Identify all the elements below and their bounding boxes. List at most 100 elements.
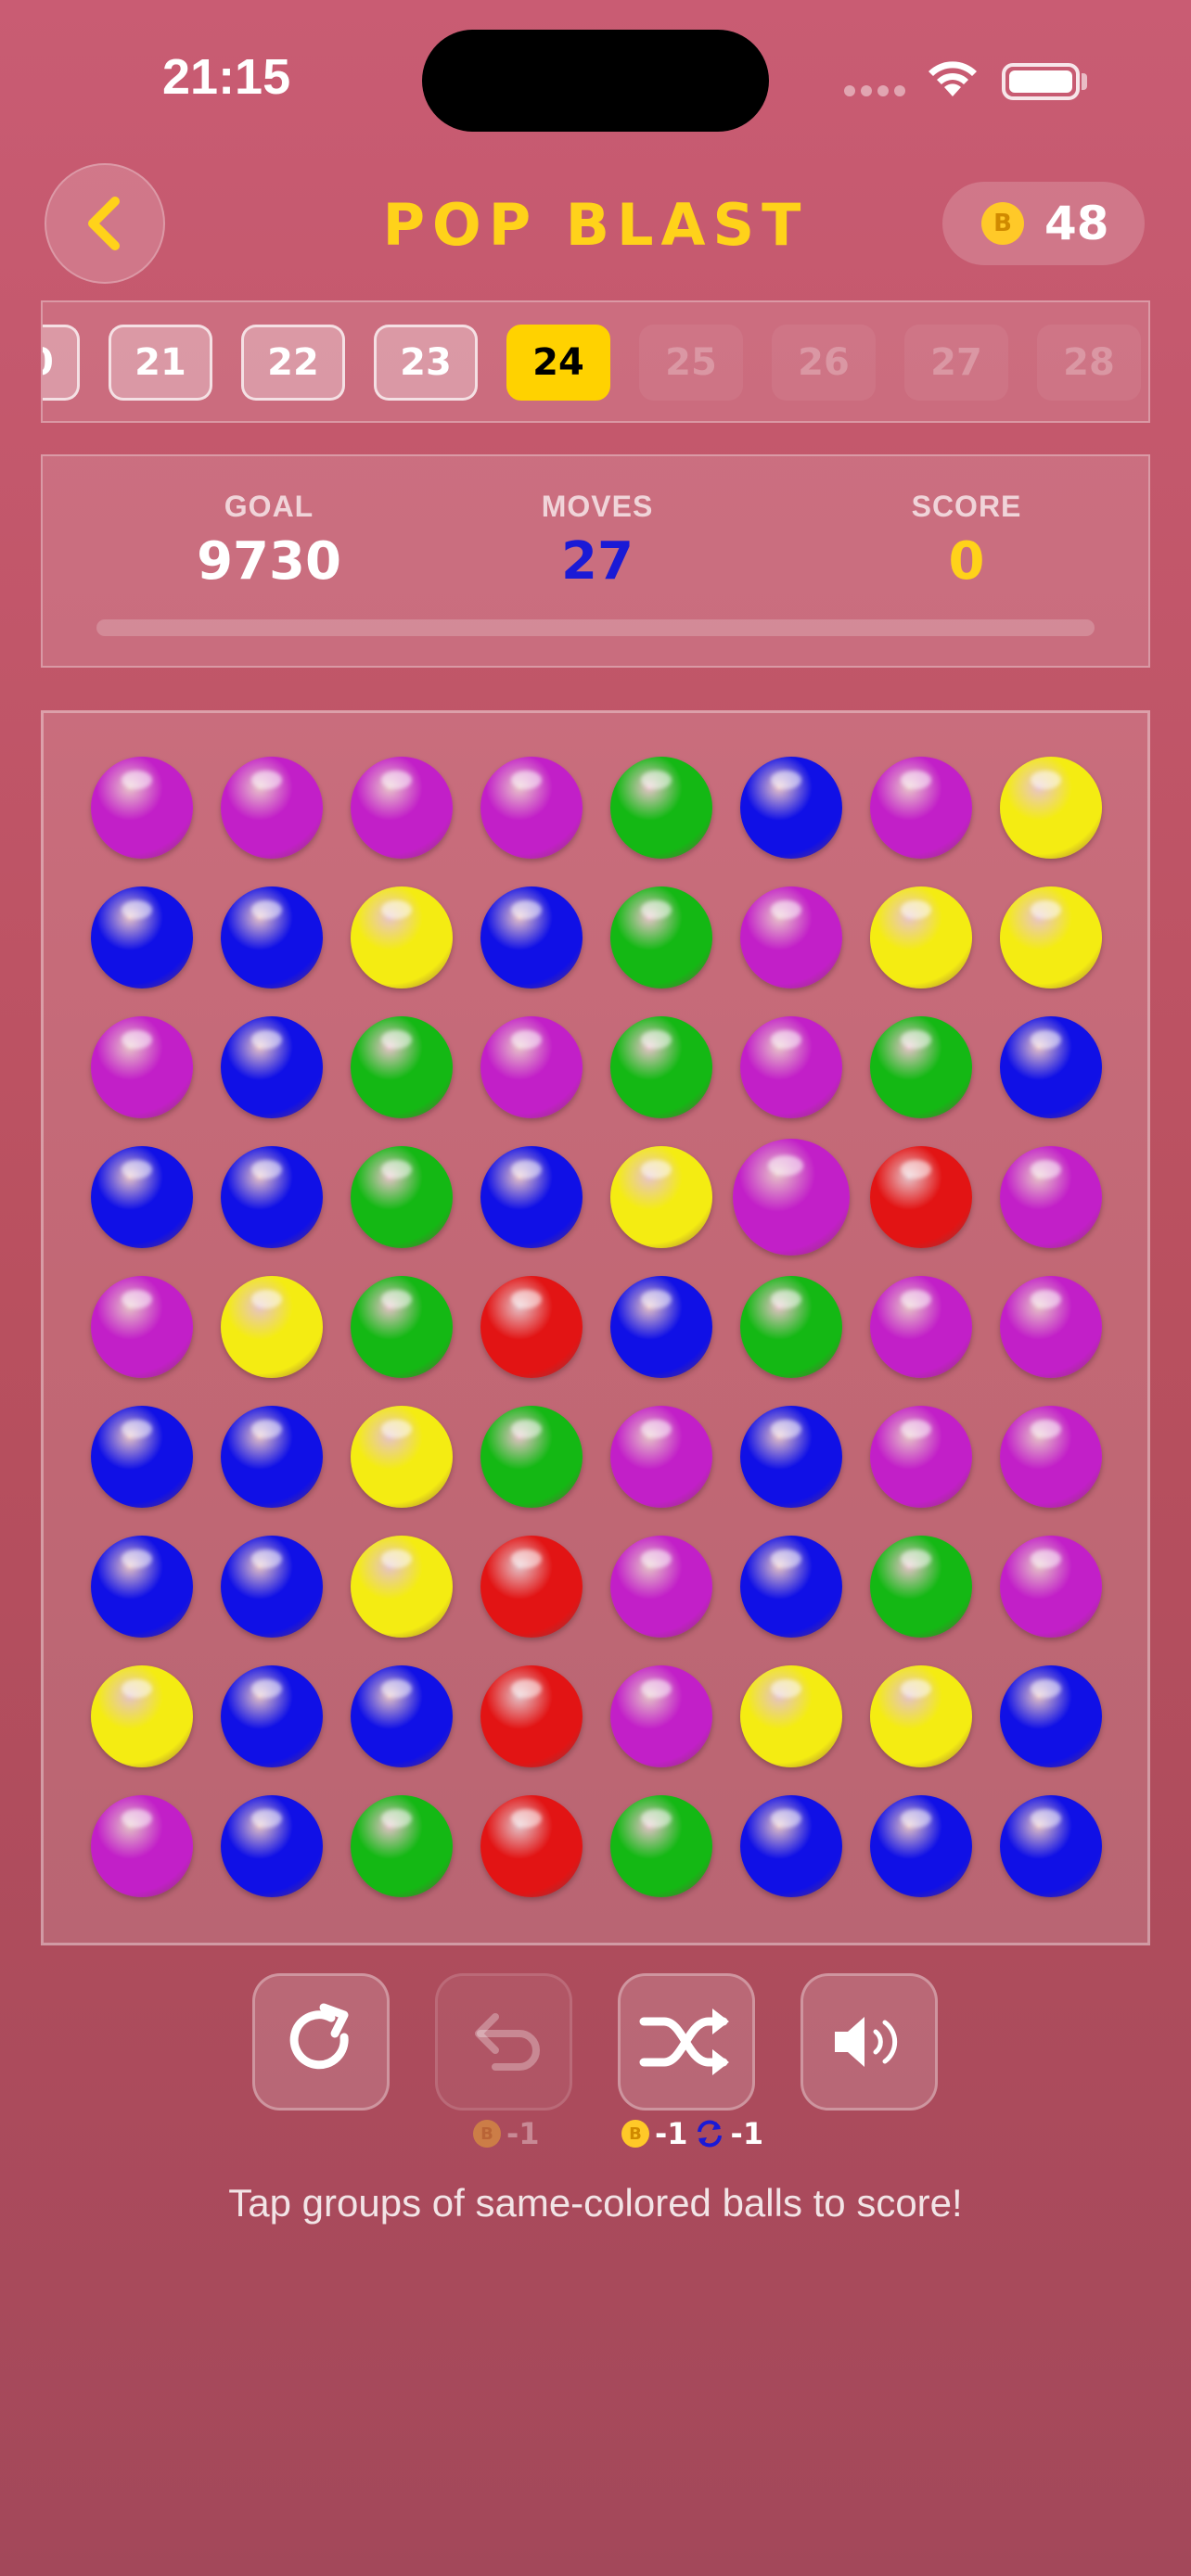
ball-purple[interactable] [480, 1016, 583, 1118]
ball-blue[interactable] [740, 1536, 842, 1638]
coin-icon: B [473, 2120, 501, 2148]
ball-yellow[interactable] [351, 1406, 453, 1508]
ball-blue[interactable] [480, 886, 583, 988]
level-done-button[interactable]: 23 [374, 325, 478, 401]
ball-purple[interactable] [610, 1536, 712, 1638]
ball-blue[interactable] [1000, 1665, 1102, 1767]
ball-green[interactable] [480, 1406, 583, 1508]
ball-purple[interactable] [740, 886, 842, 988]
level-locked-button: 26 [772, 325, 876, 401]
ball-purple[interactable] [480, 757, 583, 859]
ball-yellow[interactable] [221, 1276, 323, 1378]
ball-purple[interactable] [870, 1276, 972, 1378]
ball-yellow[interactable] [610, 1146, 712, 1248]
ball-green[interactable] [870, 1016, 972, 1118]
level-selector[interactable]: 20 21 22 23 24 25 26 27 28 [41, 300, 1150, 423]
ball-blue[interactable] [221, 1665, 323, 1767]
ball-yellow[interactable] [740, 1665, 842, 1767]
score-stat: SCORE 0 [827, 490, 1106, 592]
ball-yellow[interactable] [870, 1665, 972, 1767]
ball-purple[interactable] [1000, 1406, 1102, 1508]
ball-red[interactable] [480, 1665, 583, 1767]
level-done-button[interactable]: 20 [43, 325, 80, 401]
ball-purple[interactable] [91, 757, 193, 859]
ball-purple[interactable] [1000, 1536, 1102, 1638]
undo-cost: B -1 [473, 2116, 540, 2151]
ball-blue[interactable] [610, 1276, 712, 1378]
ball-blue[interactable] [221, 1016, 323, 1118]
ball-green[interactable] [351, 1276, 453, 1378]
ball-purple[interactable] [91, 1276, 193, 1378]
ball-yellow[interactable] [351, 886, 453, 988]
battery-tip [1082, 73, 1087, 90]
shuffle-button[interactable] [618, 1973, 755, 2111]
ball-yellow[interactable] [1000, 886, 1102, 988]
score-label: SCORE [911, 490, 1022, 523]
ball-green[interactable] [740, 1276, 842, 1378]
level-done-button[interactable]: 22 [241, 325, 345, 401]
ball-purple[interactable] [1000, 1276, 1102, 1378]
ball-purple[interactable] [1000, 1146, 1102, 1248]
ball-blue[interactable] [221, 1536, 323, 1638]
ball-red[interactable] [480, 1536, 583, 1638]
ball-blue[interactable] [740, 757, 842, 859]
ball-yellow[interactable] [1000, 757, 1102, 859]
ball-purple[interactable] [610, 1665, 712, 1767]
ball-yellow[interactable] [91, 1665, 193, 1767]
ball-blue[interactable] [91, 1146, 193, 1248]
coin-balance[interactable]: B 48 [942, 182, 1145, 265]
ball-blue[interactable] [221, 1406, 323, 1508]
level-current-button[interactable]: 24 [506, 325, 610, 401]
ball-green[interactable] [870, 1536, 972, 1638]
ball-purple[interactable] [351, 757, 453, 859]
ball-red[interactable] [480, 1795, 583, 1897]
ball-yellow[interactable] [870, 886, 972, 988]
shuffle-cost: B -1 -1 [621, 2116, 763, 2151]
ball-green[interactable] [610, 757, 712, 859]
ball-blue[interactable] [1000, 1016, 1102, 1118]
ball-purple[interactable] [740, 1016, 842, 1118]
ball-purple[interactable] [870, 757, 972, 859]
status-time: 21:15 [162, 49, 291, 105]
ball-blue[interactable] [91, 1406, 193, 1508]
moves-stat: MOVES 27 [458, 490, 736, 592]
game-board[interactable] [41, 710, 1150, 1945]
ball-blue[interactable] [221, 1146, 323, 1248]
ball-green[interactable] [610, 1795, 712, 1897]
ball-blue[interactable] [221, 1795, 323, 1897]
ball-purple[interactable] [870, 1406, 972, 1508]
goal-stat: GOAL 9730 [130, 490, 408, 592]
ball-green[interactable] [610, 1016, 712, 1118]
ball-blue[interactable] [480, 1146, 583, 1248]
ball-red[interactable] [870, 1146, 972, 1248]
ball-red[interactable] [480, 1276, 583, 1378]
ball-purple[interactable] [221, 757, 323, 859]
undo-button[interactable] [435, 1973, 572, 2111]
ball-purple[interactable] [91, 1795, 193, 1897]
ball-blue[interactable] [91, 886, 193, 988]
restart-button[interactable] [252, 1973, 390, 2111]
ball-blue[interactable] [870, 1795, 972, 1897]
dynamic-island [422, 30, 769, 132]
goal-label: GOAL [224, 490, 314, 523]
ball-purple[interactable] [91, 1016, 193, 1118]
ball-purple[interactable] [610, 1406, 712, 1508]
ball-green[interactable] [351, 1146, 453, 1248]
ball-green[interactable] [351, 1795, 453, 1897]
ball-blue[interactable] [91, 1536, 193, 1638]
ball-blue[interactable] [1000, 1795, 1102, 1897]
level-locked-button: 27 [904, 325, 1008, 401]
ball-blue[interactable] [221, 886, 323, 988]
level-done-button[interactable]: 21 [109, 325, 212, 401]
coin-icon: B [981, 202, 1024, 245]
moves-value: 27 [561, 531, 634, 592]
ball-blue[interactable] [740, 1795, 842, 1897]
ball-green[interactable] [610, 886, 712, 988]
sound-button[interactable] [800, 1973, 938, 2111]
ball-green[interactable] [351, 1016, 453, 1118]
battery-icon [1002, 63, 1080, 100]
ball-yellow[interactable] [351, 1536, 453, 1638]
ball-blue[interactable] [740, 1406, 842, 1508]
ball-purple[interactable] [733, 1139, 850, 1256]
ball-blue[interactable] [351, 1665, 453, 1767]
